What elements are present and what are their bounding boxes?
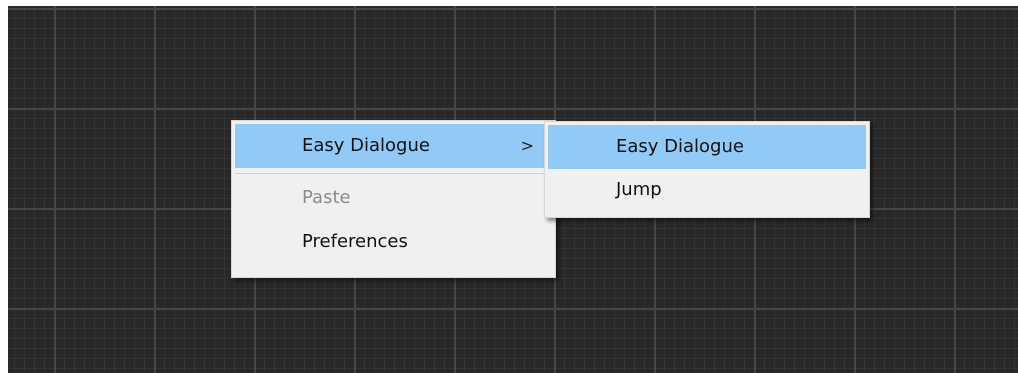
easy-dialogue-submenu: Easy Dialogue Jump [544, 121, 870, 218]
menu-item-paste[interactable]: Paste [235, 176, 552, 220]
menu-item-label: Jump [616, 179, 662, 200]
menu-item-preferences[interactable]: Preferences [235, 220, 552, 264]
menu-item-easy-dialogue[interactable]: Easy Dialogue > [235, 124, 552, 168]
submenu-arrow-icon: > [520, 136, 534, 155]
menu-item-label: Paste [302, 187, 351, 208]
submenu-item-jump[interactable]: Jump [548, 169, 866, 211]
context-menu: Easy Dialogue > Paste Preferences [231, 120, 556, 278]
menu-item-label: Preferences [302, 231, 408, 252]
submenu-item-easy-dialogue[interactable]: Easy Dialogue [548, 125, 866, 169]
menu-item-label: Easy Dialogue [616, 136, 744, 157]
menu-item-label: Easy Dialogue [302, 135, 430, 156]
menu-separator [235, 173, 552, 174]
